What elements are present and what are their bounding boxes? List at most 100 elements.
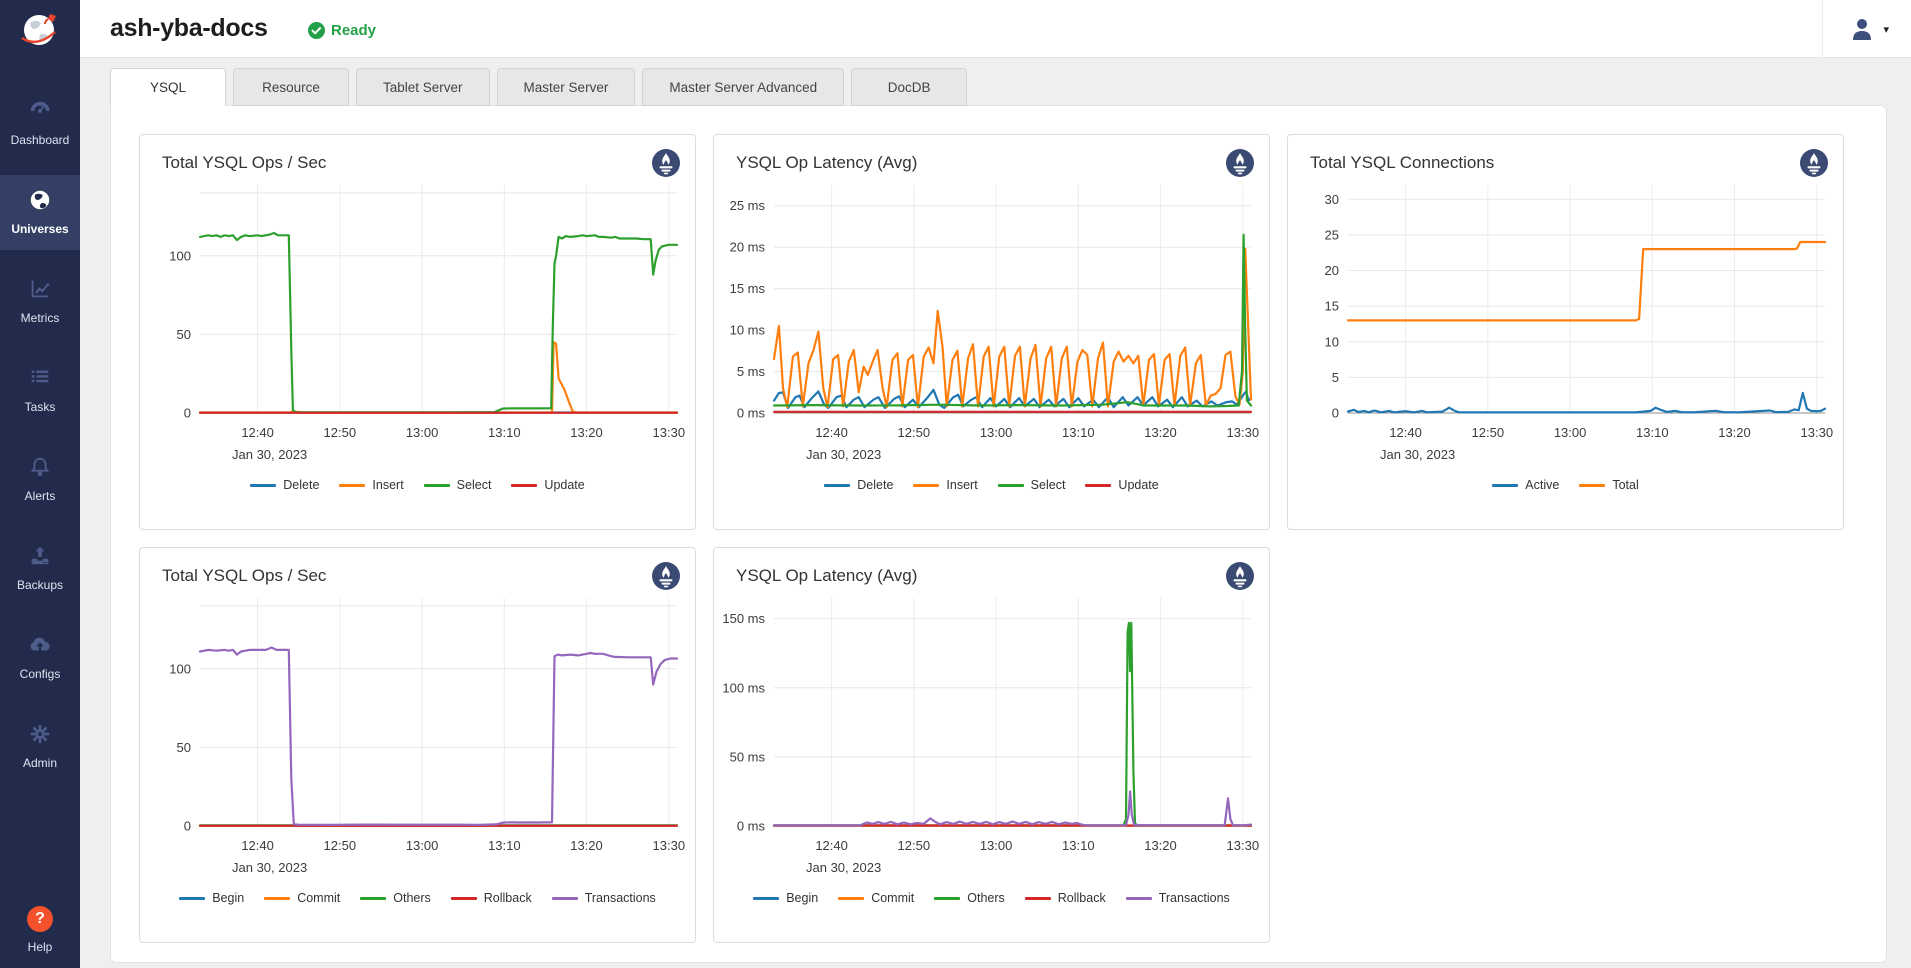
prometheus-link-button[interactable] [651, 148, 681, 178]
legend-item-delete[interactable]: Delete [824, 478, 893, 492]
legend-item-others[interactable]: Others [360, 891, 431, 905]
legend-swatch [1126, 897, 1152, 900]
sidebar-item-configs[interactable]: Configs [0, 620, 80, 695]
legend-item-update[interactable]: Update [1085, 478, 1158, 492]
legend-item-commit[interactable]: Commit [264, 891, 340, 905]
legend-label: Select [1031, 478, 1066, 492]
x-tick-label: 13:10 [1062, 838, 1095, 853]
tab-tablet-server[interactable]: Tablet Server [356, 68, 490, 106]
legend-item-insert[interactable]: Insert [339, 478, 403, 492]
chart-plot-area[interactable]: 05010012:4012:5013:0013:1013:2013:30Jan … [140, 175, 695, 475]
legend-item-begin[interactable]: Begin [179, 891, 244, 905]
tab-master-server[interactable]: Master Server [497, 68, 636, 106]
x-tick-label: 13:10 [1062, 425, 1095, 440]
y-tick-label: 10 ms [730, 323, 766, 338]
sidebar-item-backups[interactable]: Backups [0, 531, 80, 606]
tab-master-server-advanced[interactable]: Master Server Advanced [642, 68, 844, 106]
x-tick-label: 13:20 [1144, 838, 1177, 853]
sidebar-item-dashboard[interactable]: Dashboard [0, 86, 80, 161]
legend-item-rollback[interactable]: Rollback [1025, 891, 1106, 905]
user-menu[interactable]: ▾ [1849, 16, 1889, 42]
sidebar-item-label: Backups [17, 578, 63, 592]
x-tick-label: 12:50 [1472, 425, 1505, 440]
legend-swatch [250, 484, 276, 487]
series-line-others [774, 623, 1251, 826]
chart-plot-area[interactable]: 05010012:4012:5013:0013:1013:2013:30Jan … [140, 588, 695, 888]
x-tick-label: 12:50 [898, 425, 931, 440]
series-line-total [1348, 242, 1825, 320]
legend-label: Total [1612, 478, 1638, 492]
sidebar-item-tasks[interactable]: Tasks [0, 353, 80, 428]
legend-item-delete[interactable]: Delete [250, 478, 319, 492]
legend-item-update[interactable]: Update [511, 478, 584, 492]
charts-wrap: Total YSQL Ops / Sec05010012:4012:5013:0… [139, 134, 1844, 960]
x-axis-date-label: Jan 30, 2023 [232, 860, 307, 875]
legend-label: Rollback [1058, 891, 1106, 905]
chart-plot-area[interactable]: 0 ms50 ms100 ms150 ms12:4012:5013:0013:1… [714, 588, 1269, 888]
legend-item-transactions[interactable]: Transactions [552, 891, 656, 905]
prometheus-link-button[interactable] [1225, 561, 1255, 591]
x-tick-label: 13:10 [1636, 425, 1669, 440]
backup-upload-icon [0, 544, 80, 570]
x-tick-label: 13:30 [653, 425, 686, 440]
legend-label: Commit [871, 891, 914, 905]
app-logo[interactable] [0, 0, 80, 58]
prometheus-link-button[interactable] [1799, 148, 1829, 178]
legend-swatch [913, 484, 939, 487]
sidebar-item-alerts[interactable]: Alerts [0, 442, 80, 517]
chart-plot-area[interactable]: 0 ms5 ms10 ms15 ms20 ms25 ms12:4012:5013… [714, 175, 1269, 475]
sidebar-item-label: Alerts [25, 489, 56, 503]
sidebar-item-help[interactable]: ? Help [0, 893, 80, 968]
legend-item-total[interactable]: Total [1579, 478, 1638, 492]
gridlines [774, 598, 1251, 826]
legend-item-select[interactable]: Select [998, 478, 1066, 492]
legend-item-begin[interactable]: Begin [753, 891, 818, 905]
tab-docdb[interactable]: DocDB [851, 68, 967, 106]
tab-bar: YSQLResourceTablet ServerMaster ServerMa… [110, 68, 967, 106]
x-tick-label: 13:10 [488, 838, 521, 853]
legend-label: Begin [212, 891, 244, 905]
y-tick-label: 25 [1325, 227, 1339, 242]
prometheus-link-button[interactable] [651, 561, 681, 591]
chart-title: Total YSQL Ops / Sec [140, 135, 695, 175]
x-axis-date-label: Jan 30, 2023 [806, 447, 881, 462]
legend-swatch [934, 897, 960, 900]
sidebar-item-metrics[interactable]: Metrics [0, 264, 80, 339]
sidebar-item-label: Tasks [25, 400, 56, 414]
y-tick-label: 50 ms [730, 749, 766, 764]
legend-swatch [998, 484, 1024, 487]
legend-label: Select [457, 478, 492, 492]
sidebar-item-admin[interactable]: Admin [0, 709, 80, 784]
legend-item-rollback[interactable]: Rollback [451, 891, 532, 905]
legend-item-transactions[interactable]: Transactions [1126, 891, 1230, 905]
task-list-icon [0, 366, 80, 392]
legend-item-insert[interactable]: Insert [913, 478, 977, 492]
chart-plot-area[interactable]: 05101520253012:4012:5013:0013:1013:2013:… [1288, 175, 1843, 475]
y-tick-label: 100 [169, 248, 191, 263]
x-tick-label: 12:50 [324, 425, 357, 440]
axis-labels: 0 ms50 ms100 ms150 ms12:4012:5013:0013:1… [722, 611, 1259, 875]
legend-item-others[interactable]: Others [934, 891, 1005, 905]
tab-ysql[interactable]: YSQL [110, 68, 226, 106]
x-tick-label: 12:40 [1389, 425, 1422, 440]
legend-label: Others [967, 891, 1005, 905]
cloud-upload-icon [0, 633, 80, 659]
prometheus-link-button[interactable] [1225, 148, 1255, 178]
y-tick-label: 100 [169, 661, 191, 676]
x-tick-label: 13:00 [1554, 425, 1587, 440]
x-tick-label: 12:50 [324, 838, 357, 853]
legend-label: Others [393, 891, 431, 905]
legend-label: Delete [857, 478, 893, 492]
sidebar-item-label: Help [28, 940, 53, 954]
x-tick-label: 13:00 [980, 425, 1013, 440]
sidebar-item-universes[interactable]: Universes [0, 175, 80, 250]
y-tick-label: 25 ms [730, 198, 766, 213]
legend-item-commit[interactable]: Commit [838, 891, 914, 905]
x-tick-label: 13:10 [488, 425, 521, 440]
tab-resource[interactable]: Resource [233, 68, 349, 106]
legend-item-select[interactable]: Select [424, 478, 492, 492]
legend-label: Delete [283, 478, 319, 492]
legend-item-active[interactable]: Active [1492, 478, 1559, 492]
chart-title: Total YSQL Connections [1288, 135, 1843, 175]
legend-swatch [360, 897, 386, 900]
